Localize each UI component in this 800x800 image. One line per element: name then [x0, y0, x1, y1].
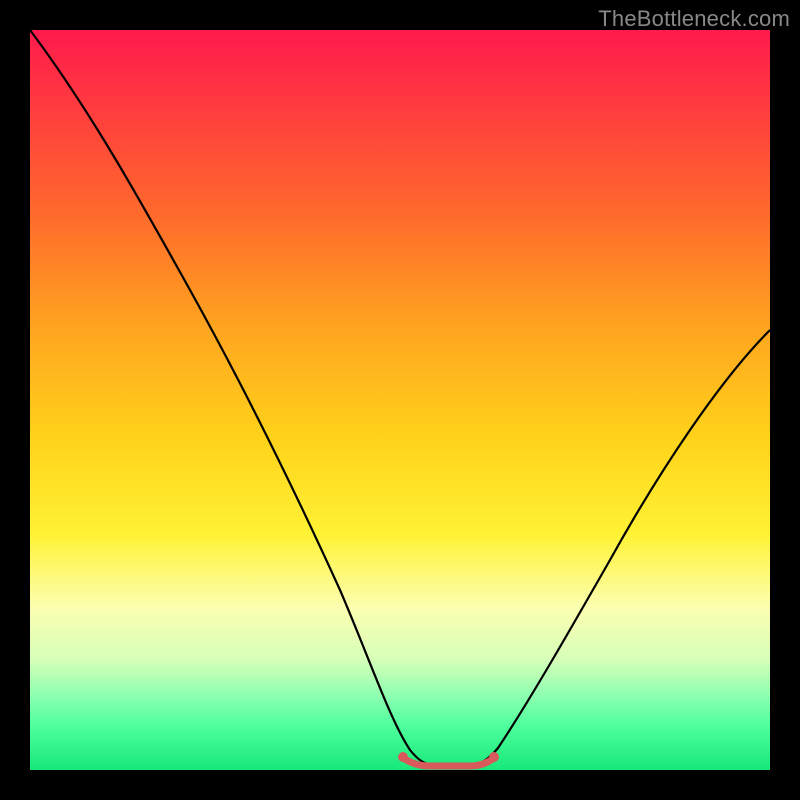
- valley-dot-left: [398, 752, 408, 762]
- valley-highlight-line: [402, 757, 495, 766]
- bottleneck-curve: [30, 30, 770, 765]
- chart-frame: TheBottleneck.com: [0, 0, 800, 800]
- curve-svg: [30, 30, 770, 770]
- watermark-text: TheBottleneck.com: [598, 6, 790, 32]
- plot-area: [30, 30, 770, 770]
- valley-dot-right: [489, 752, 499, 762]
